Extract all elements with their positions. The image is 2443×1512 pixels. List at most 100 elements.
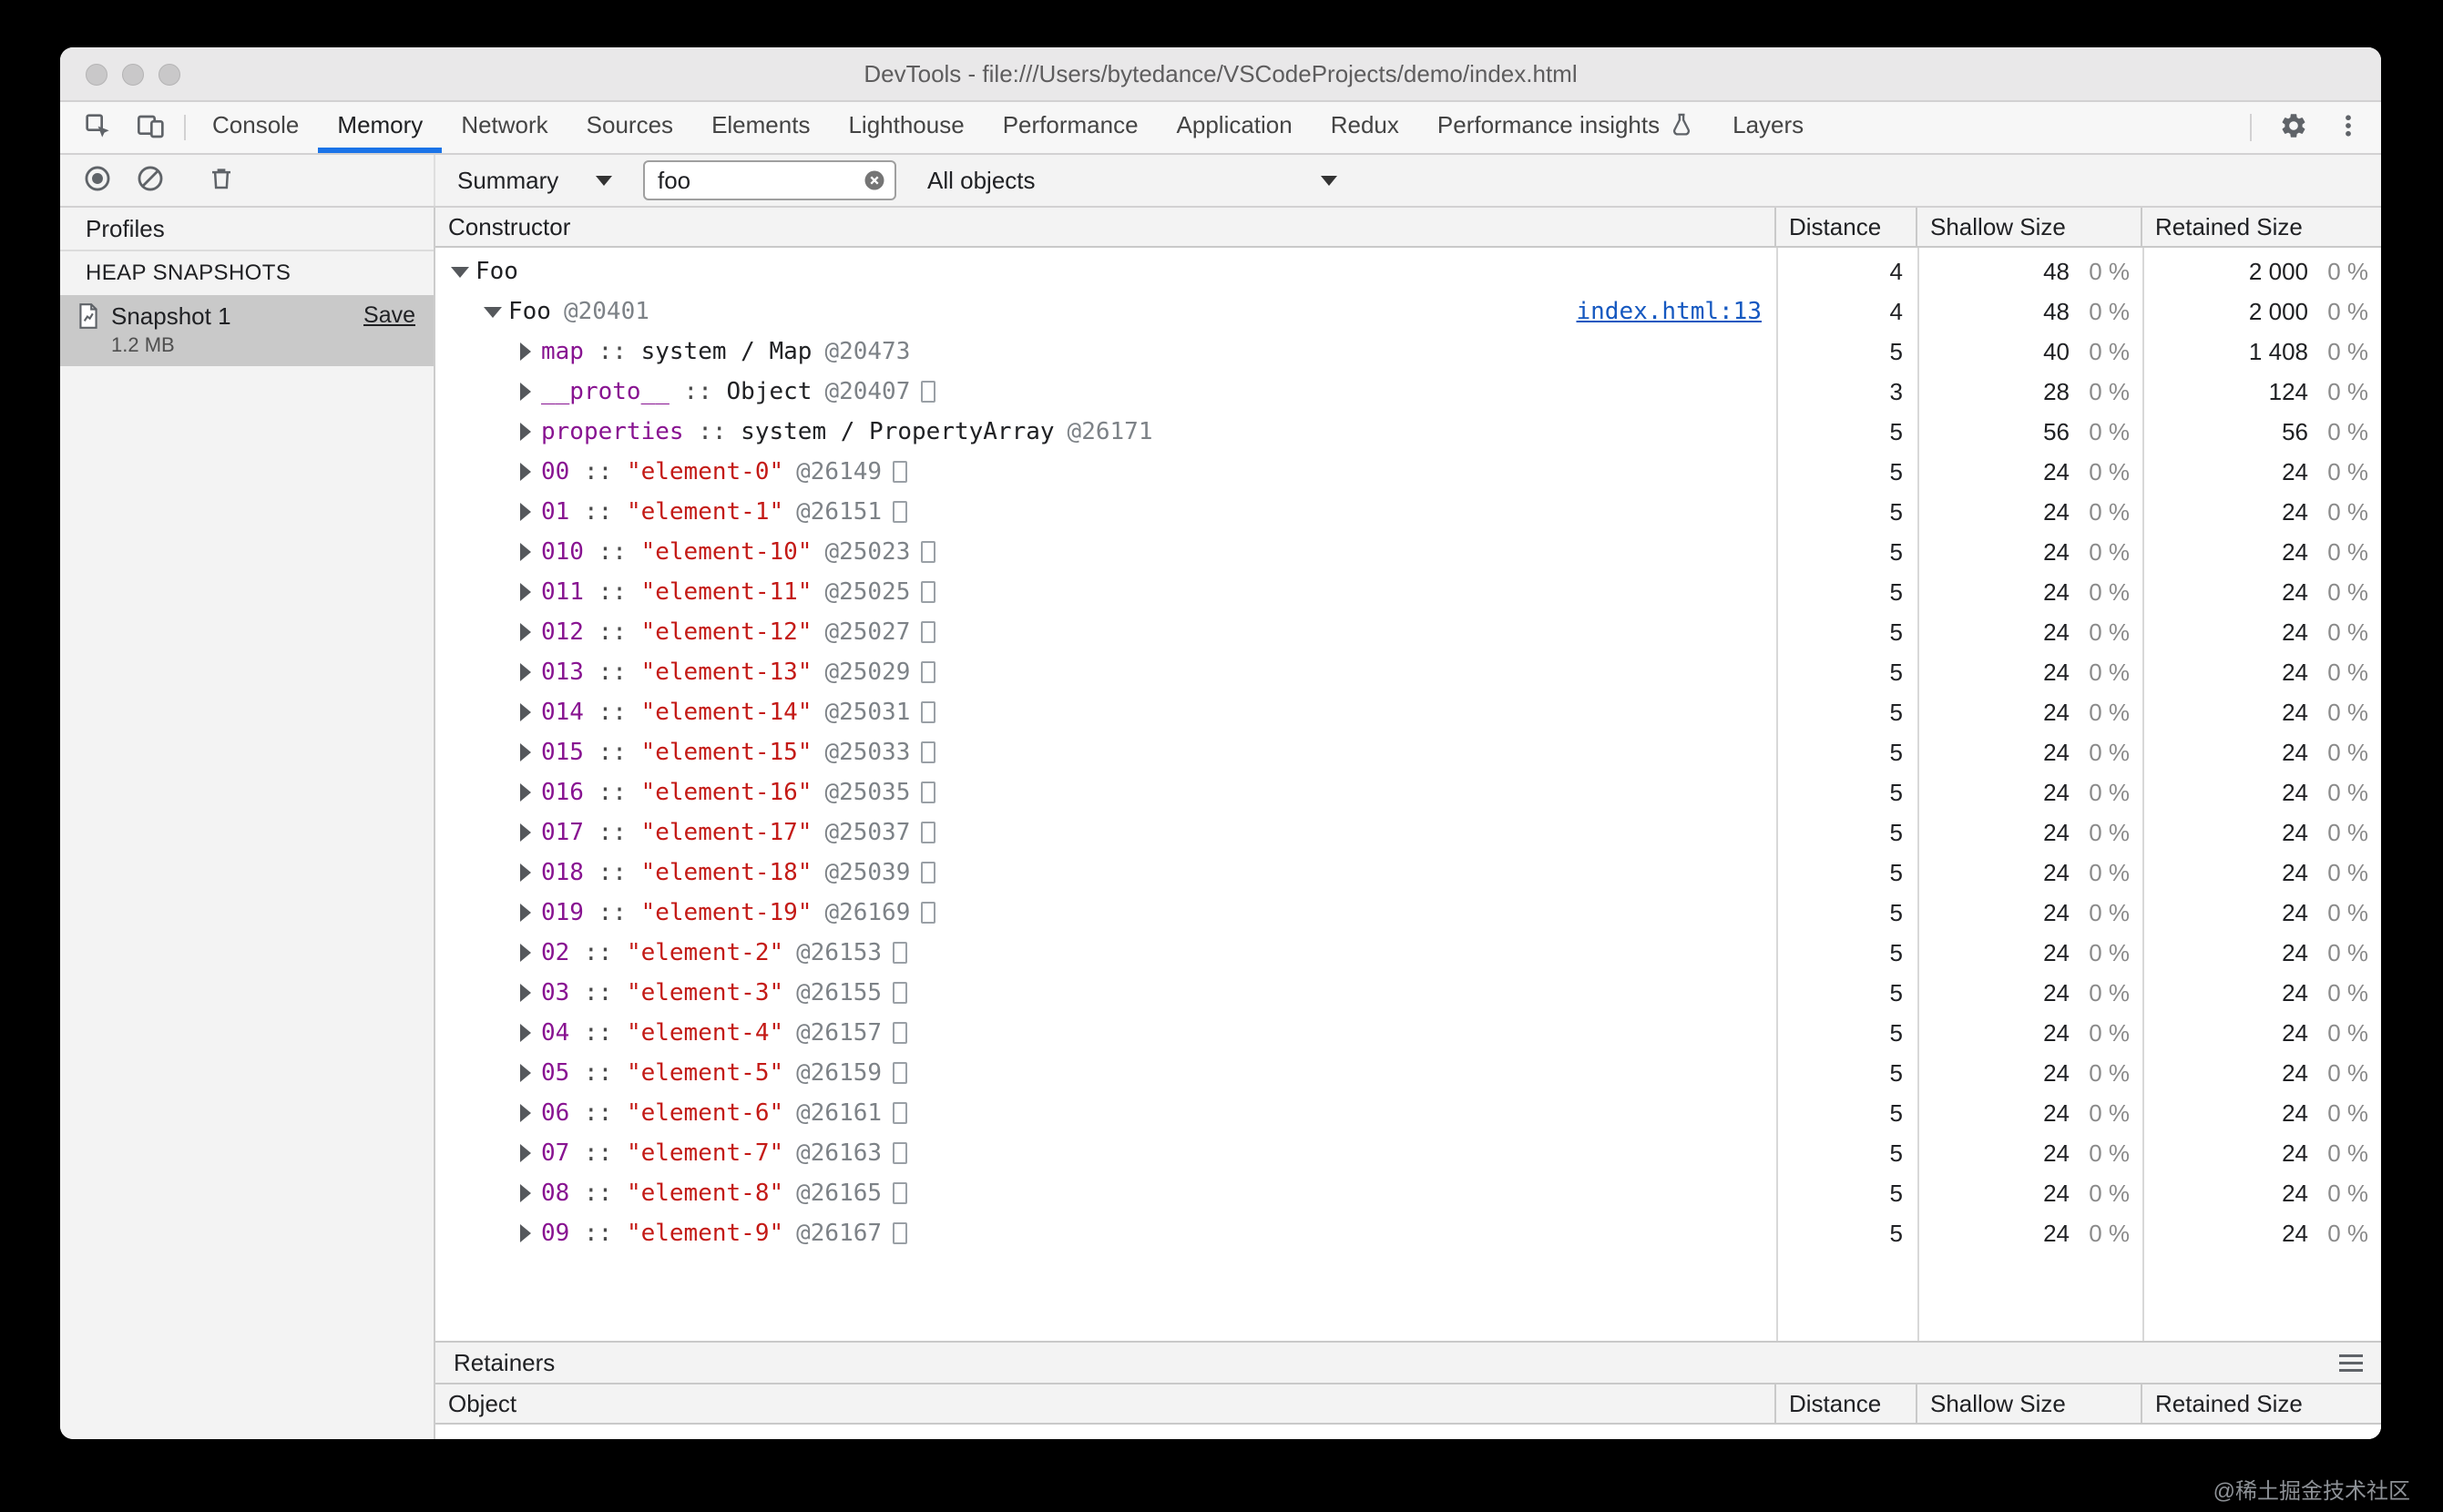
distance-cell: 5 <box>1776 779 1917 807</box>
table-row[interactable]: 09 :: "element-9" @26167 5 24 0 % 24 0 % <box>435 1213 2381 1253</box>
panel-tab[interactable]: Lighthouse <box>829 102 983 153</box>
expander-icon[interactable] <box>514 1213 541 1253</box>
expander-icon[interactable] <box>514 1133 541 1173</box>
table-row[interactable]: 017 :: "element-17" @25037 5 24 0 % 24 0… <box>435 812 2381 853</box>
node-name: 07 <box>541 1139 569 1167</box>
table-row[interactable]: 012 :: "element-12" @25027 5 24 0 % 24 0… <box>435 612 2381 652</box>
table-row[interactable]: 01 :: "element-1" @26151 5 24 0 % 24 0 % <box>435 492 2381 532</box>
node-name: 016 <box>541 779 584 806</box>
expander-icon[interactable] <box>514 1053 541 1093</box>
table-row[interactable]: 015 :: "element-15" @25033 5 24 0 % 24 0… <box>435 732 2381 772</box>
expander-icon[interactable] <box>514 372 541 412</box>
table-row[interactable]: 07 :: "element-7" @26163 5 24 0 % 24 0 % <box>435 1133 2381 1173</box>
panel-tab[interactable]: Memory <box>318 102 442 153</box>
expander-icon[interactable] <box>514 1093 541 1133</box>
zoom-button[interactable] <box>158 64 180 86</box>
device-toolbar-button[interactable] <box>124 102 177 153</box>
expander-icon[interactable] <box>514 732 541 772</box>
snapshot-list-item[interactable]: Snapshot 1 1.2 MB Save <box>60 295 434 366</box>
perspective-select[interactable]: Summary <box>448 167 621 195</box>
expander-icon[interactable] <box>448 251 475 291</box>
retainers-section-header[interactable]: Retainers <box>435 1341 2381 1384</box>
table-row[interactable]: 06 :: "element-6" @26161 5 24 0 % 24 0 % <box>435 1093 2381 1133</box>
table-row[interactable]: 013 :: "element-13" @25029 5 24 0 % 24 0… <box>435 652 2381 692</box>
gear-icon <box>2279 111 2308 145</box>
expander-icon[interactable] <box>514 772 541 812</box>
table-row[interactable]: properties :: system / PropertyArray @26… <box>435 412 2381 452</box>
class-filter-input[interactable] <box>658 167 854 195</box>
table-row[interactable]: 011 :: "element-11" @25025 5 24 0 % 24 0… <box>435 572 2381 612</box>
shallow-size-column-header[interactable]: Shallow Size <box>1917 1384 2142 1423</box>
retained-size-column-header[interactable]: Retained Size <box>2142 1384 2381 1423</box>
node-name: 017 <box>541 819 584 846</box>
expander-icon[interactable] <box>514 973 541 1013</box>
expander-icon[interactable] <box>514 452 541 492</box>
distance-column-header[interactable]: Distance <box>1776 208 1917 246</box>
table-row[interactable]: __proto__ :: Object @20407 3 28 0 % 124 … <box>435 372 2381 412</box>
table-row[interactable]: 018 :: "element-18" @25039 5 24 0 % 24 0… <box>435 853 2381 893</box>
table-row[interactable]: Foo 4 48 0 % 2 000 0 % <box>435 251 2381 291</box>
minimize-button[interactable] <box>122 64 144 86</box>
table-row[interactable]: map :: system / Map @20473 5 40 0 % 1 40… <box>435 332 2381 372</box>
detached-box-icon <box>893 1182 907 1204</box>
panel-tab[interactable]: Elements <box>692 102 829 153</box>
object-id: @25039 <box>824 859 910 886</box>
table-row[interactable]: 014 :: "element-14" @25031 5 24 0 % 24 0… <box>435 692 2381 732</box>
panel-tab[interactable]: Layers <box>1713 102 1823 153</box>
settings-button[interactable] <box>2274 111 2314 145</box>
panel-tab[interactable]: Sources <box>567 102 692 153</box>
take-snapshot-button[interactable] <box>82 163 113 199</box>
table-row[interactable]: 019 :: "element-19" @26169 5 24 0 % 24 0… <box>435 893 2381 933</box>
table-row[interactable]: 016 :: "element-16" @25035 5 24 0 % 24 0… <box>435 772 2381 812</box>
panel-tab[interactable]: Console <box>193 102 318 153</box>
expander-icon[interactable] <box>514 612 541 652</box>
clear-search-icon[interactable] <box>862 168 887 193</box>
table-row[interactable]: 03 :: "element-3" @26155 5 24 0 % 24 0 % <box>435 973 2381 1013</box>
expander-icon[interactable] <box>481 291 508 332</box>
expander-icon[interactable] <box>514 1173 541 1213</box>
panel-tab[interactable]: Performance <box>984 102 1158 153</box>
panel-tab[interactable]: Redux <box>1312 102 1418 153</box>
table-row[interactable]: 00 :: "element-0" @26149 5 24 0 % 24 0 % <box>435 452 2381 492</box>
distance-column-header[interactable]: Distance <box>1776 1384 1917 1423</box>
object-column-header[interactable]: Object <box>435 1384 1776 1423</box>
snapshot-size: 1.2 MB <box>111 333 231 357</box>
table-row[interactable]: 02 :: "element-2" @26153 5 24 0 % 24 0 % <box>435 933 2381 973</box>
expander-icon[interactable] <box>514 532 541 572</box>
panel-tab[interactable]: Application <box>1158 102 1312 153</box>
expander-icon[interactable] <box>514 572 541 612</box>
retained-size-column-header[interactable]: Retained Size <box>2142 208 2381 246</box>
close-button[interactable] <box>86 64 107 86</box>
shallow-size-column-header[interactable]: Shallow Size <box>1917 208 2142 246</box>
expander-icon[interactable] <box>514 412 541 452</box>
objects-scope-select[interactable]: All objects <box>918 167 1346 195</box>
expander-icon[interactable] <box>514 332 541 372</box>
expander-icon[interactable] <box>514 492 541 532</box>
inspect-element-button[interactable] <box>71 102 124 153</box>
retained-cell: 24 0 % <box>2142 498 2381 526</box>
table-row[interactable]: 05 :: "element-5" @26159 5 24 0 % 24 0 % <box>435 1053 2381 1093</box>
retained-value: 24 <box>2142 1139 2308 1168</box>
save-snapshot-link[interactable]: Save <box>363 302 415 329</box>
expander-icon[interactable] <box>514 853 541 893</box>
expander-icon[interactable] <box>514 1013 541 1053</box>
table-row[interactable]: 04 :: "element-4" @26157 5 24 0 % 24 0 % <box>435 1013 2381 1053</box>
expander-icon[interactable] <box>514 933 541 973</box>
panel-tab[interactable]: Network <box>442 102 567 153</box>
source-link[interactable]: index.html:13 <box>1577 298 1763 325</box>
expander-icon[interactable] <box>514 812 541 853</box>
expander-icon[interactable] <box>514 692 541 732</box>
panel-tab[interactable]: Performance insights <box>1418 102 1713 153</box>
constructor-column-header[interactable]: Constructor <box>435 208 1776 246</box>
table-row[interactable]: 08 :: "element-8" @26165 5 24 0 % 24 0 % <box>435 1173 2381 1213</box>
expander-icon[interactable] <box>514 652 541 692</box>
table-row[interactable]: 010 :: "element-10" @25023 5 24 0 % 24 0… <box>435 532 2381 572</box>
more-options-button[interactable] <box>2330 112 2366 144</box>
retained-percent: 0 % <box>2308 659 2381 687</box>
hamburger-menu-icon[interactable] <box>2339 1354 2363 1372</box>
clear-profiles-button[interactable] <box>135 163 166 199</box>
retained-cell: 24 0 % <box>2142 1220 2381 1248</box>
delete-profile-button[interactable] <box>208 165 235 197</box>
expander-icon[interactable] <box>514 893 541 933</box>
table-row[interactable]: Foo @20401 index.html:13 4 48 0 % 2 000 … <box>435 291 2381 332</box>
